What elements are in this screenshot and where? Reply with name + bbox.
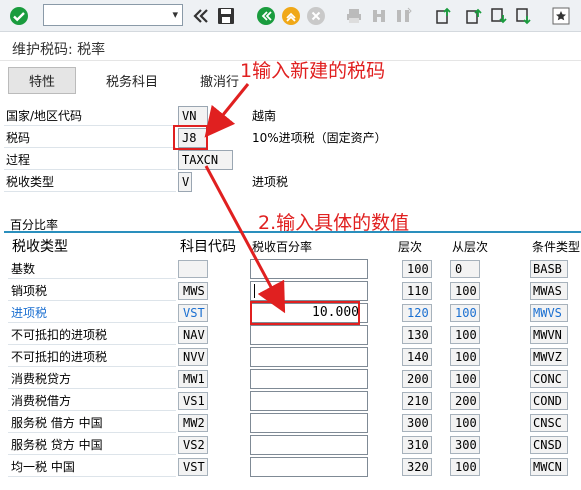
annotation-arrows (204, 83, 286, 314)
arrow-to-percent (204, 165, 286, 314)
arrow-to-tax-code (204, 83, 250, 138)
